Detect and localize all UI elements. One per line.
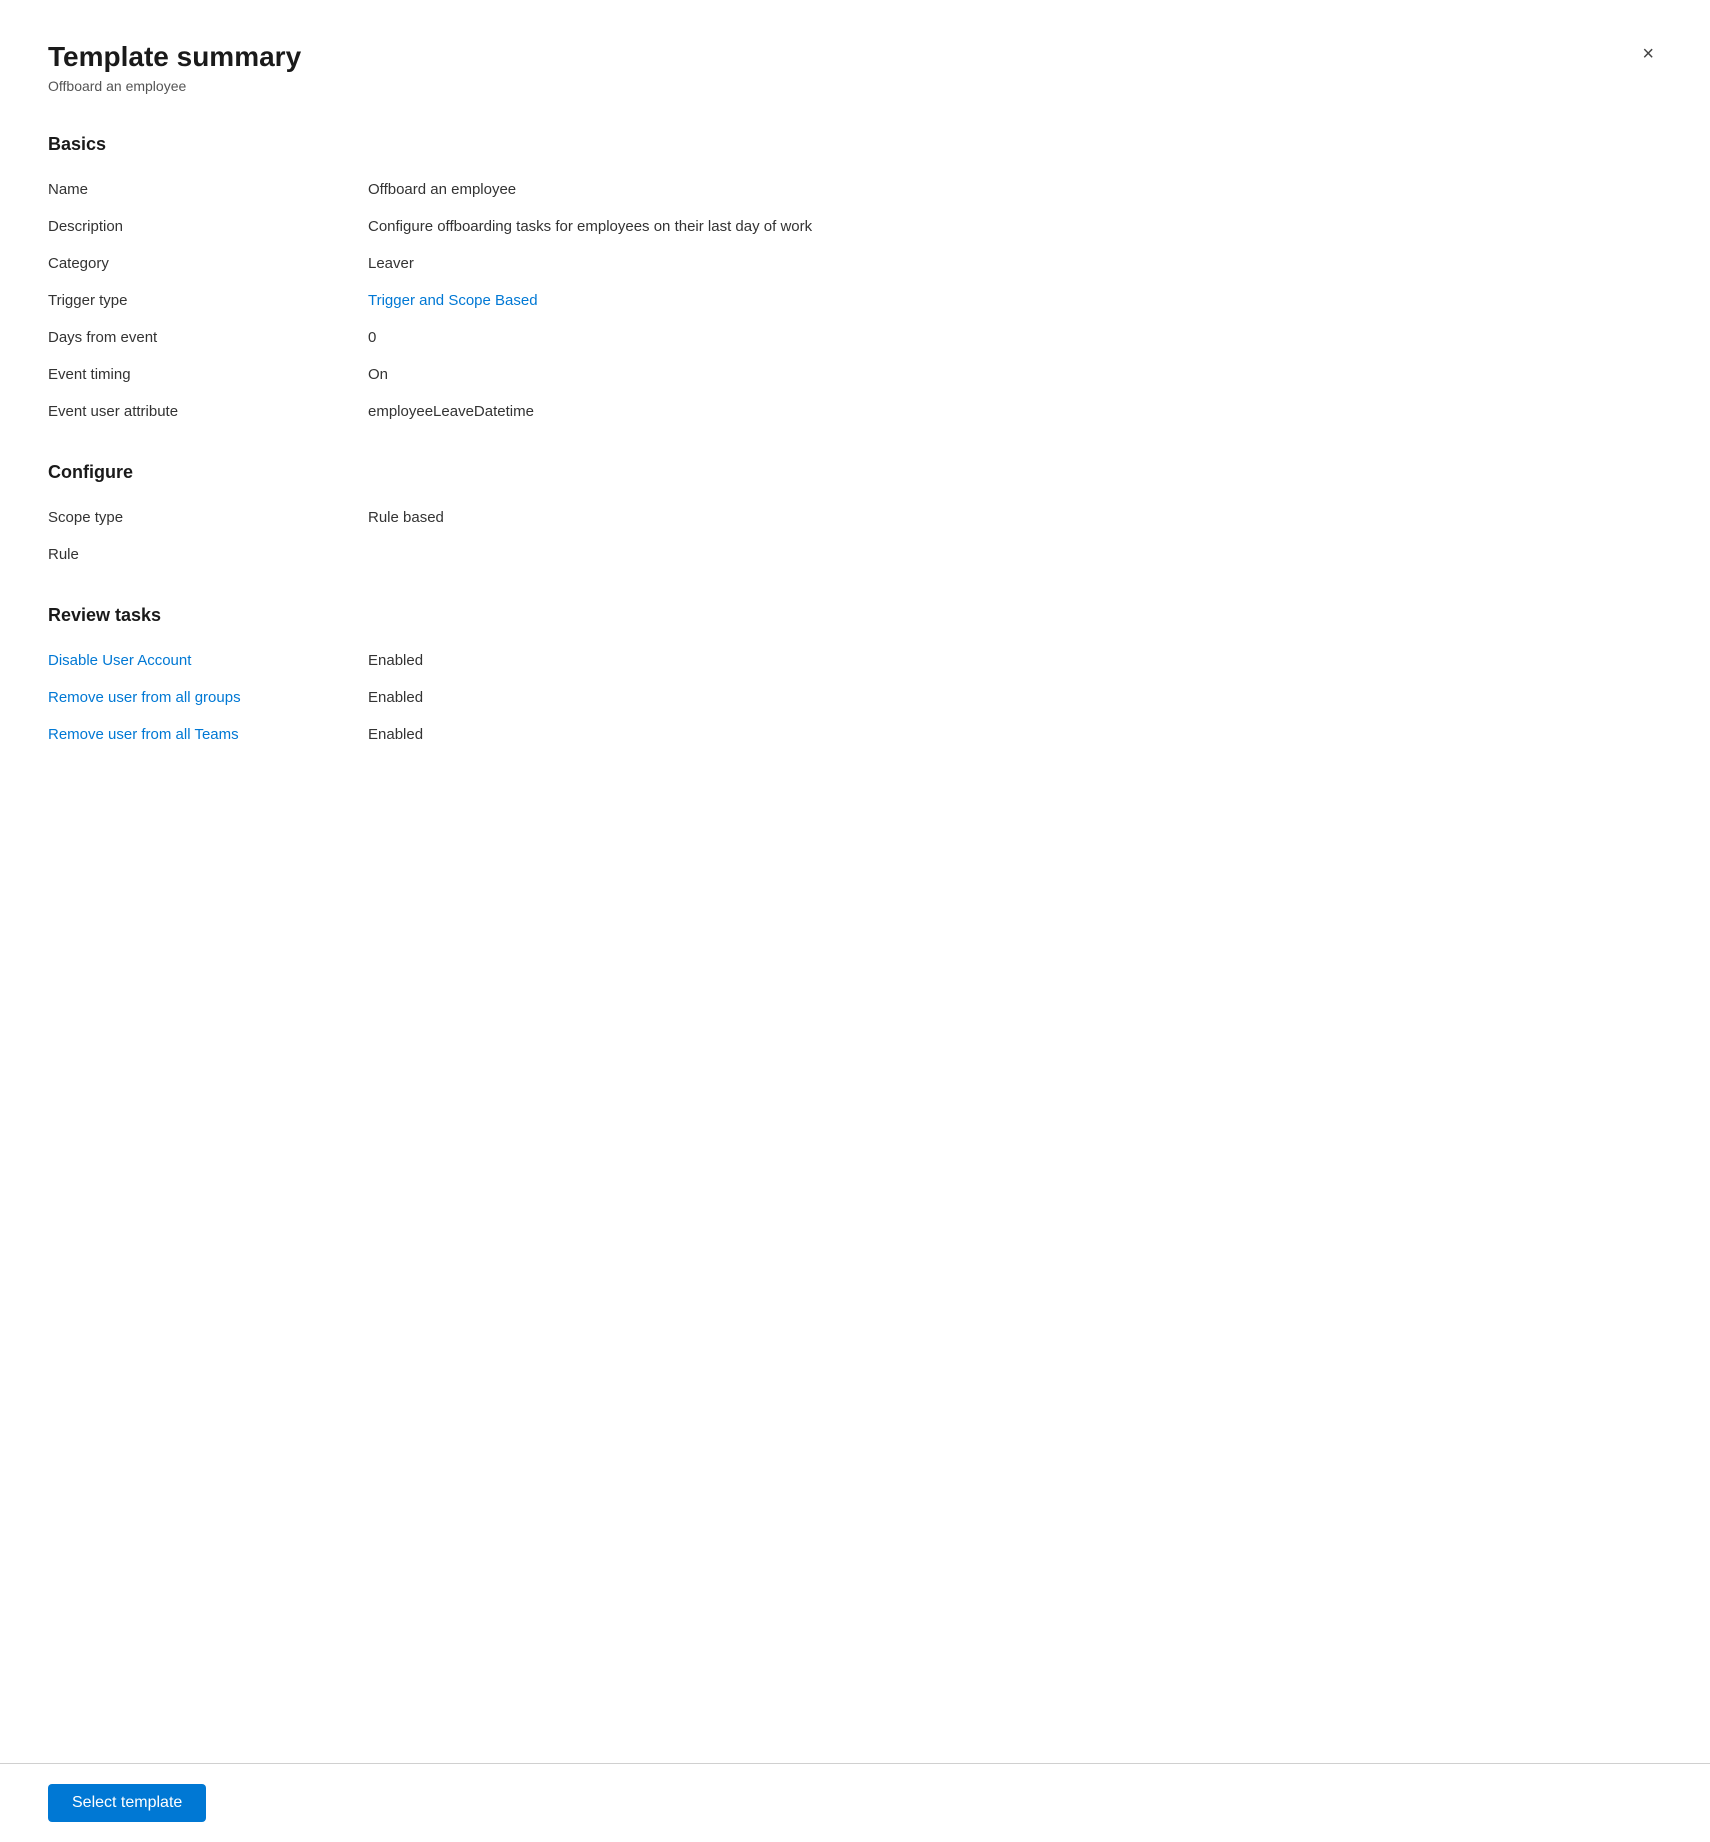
field-row: Event timing On: [48, 356, 1662, 393]
field-label-event-user-attribute: Event user attribute: [48, 403, 368, 420]
field-label-days-from-event: Days from event: [48, 329, 368, 346]
field-value-disable-user-account: Enabled: [368, 652, 423, 669]
field-value-name: Offboard an employee: [368, 181, 516, 198]
field-label-rule: Rule: [48, 546, 368, 563]
field-value-days-from-event: 0: [368, 329, 376, 346]
field-label-description: Description: [48, 218, 368, 235]
field-value-event-user-attribute: employeeLeaveDatetime: [368, 403, 534, 420]
field-label-remove-from-teams: Remove user from all Teams: [48, 726, 368, 743]
review-tasks-heading: Review tasks: [48, 605, 1662, 626]
field-value-remove-from-groups: Enabled: [368, 689, 423, 706]
field-row: Description Configure offboarding tasks …: [48, 208, 1662, 245]
panel-title: Template summary: [48, 40, 301, 74]
field-value-category: Leaver: [368, 255, 414, 272]
field-value-trigger-type: Trigger and Scope Based: [368, 292, 538, 309]
review-tasks-section: Review tasks Disable User Account Enable…: [48, 605, 1662, 753]
field-value-scope-type: Rule based: [368, 509, 444, 526]
field-row: Category Leaver: [48, 245, 1662, 282]
field-label-disable-user-account: Disable User Account: [48, 652, 368, 669]
field-row: Disable User Account Enabled: [48, 642, 1662, 679]
template-summary-panel: Template summary Offboard an employee × …: [0, 0, 1710, 1842]
field-row: Days from event 0: [48, 319, 1662, 356]
configure-heading: Configure: [48, 462, 1662, 483]
field-label-name: Name: [48, 181, 368, 198]
field-label-scope-type: Scope type: [48, 509, 368, 526]
basics-heading: Basics: [48, 134, 1662, 155]
field-label-trigger-type: Trigger type: [48, 292, 368, 309]
select-template-button[interactable]: Select template: [48, 1784, 206, 1822]
field-label-event-timing: Event timing: [48, 366, 368, 383]
title-group: Template summary Offboard an employee: [48, 40, 301, 94]
field-label-remove-from-groups: Remove user from all groups: [48, 689, 368, 706]
basics-section: Basics Name Offboard an employee Descrip…: [48, 134, 1662, 430]
field-label-category: Category: [48, 255, 368, 272]
panel-header: Template summary Offboard an employee ×: [0, 0, 1710, 114]
field-row: Name Offboard an employee: [48, 171, 1662, 208]
field-row: Remove user from all Teams Enabled: [48, 716, 1662, 753]
field-value-event-timing: On: [368, 366, 388, 383]
panel-content: Basics Name Offboard an employee Descrip…: [0, 114, 1710, 1763]
field-row: Scope type Rule based: [48, 499, 1662, 536]
field-value-remove-from-teams: Enabled: [368, 726, 423, 743]
close-button[interactable]: ×: [1634, 40, 1662, 68]
panel-subtitle: Offboard an employee: [48, 78, 301, 94]
field-row: Trigger type Trigger and Scope Based: [48, 282, 1662, 319]
field-row: Event user attribute employeeLeaveDateti…: [48, 393, 1662, 430]
field-value-description: Configure offboarding tasks for employee…: [368, 218, 812, 235]
configure-section: Configure Scope type Rule based Rule: [48, 462, 1662, 573]
field-row: Rule: [48, 536, 1662, 573]
field-row: Remove user from all groups Enabled: [48, 679, 1662, 716]
panel-footer: Select template: [0, 1763, 1710, 1842]
